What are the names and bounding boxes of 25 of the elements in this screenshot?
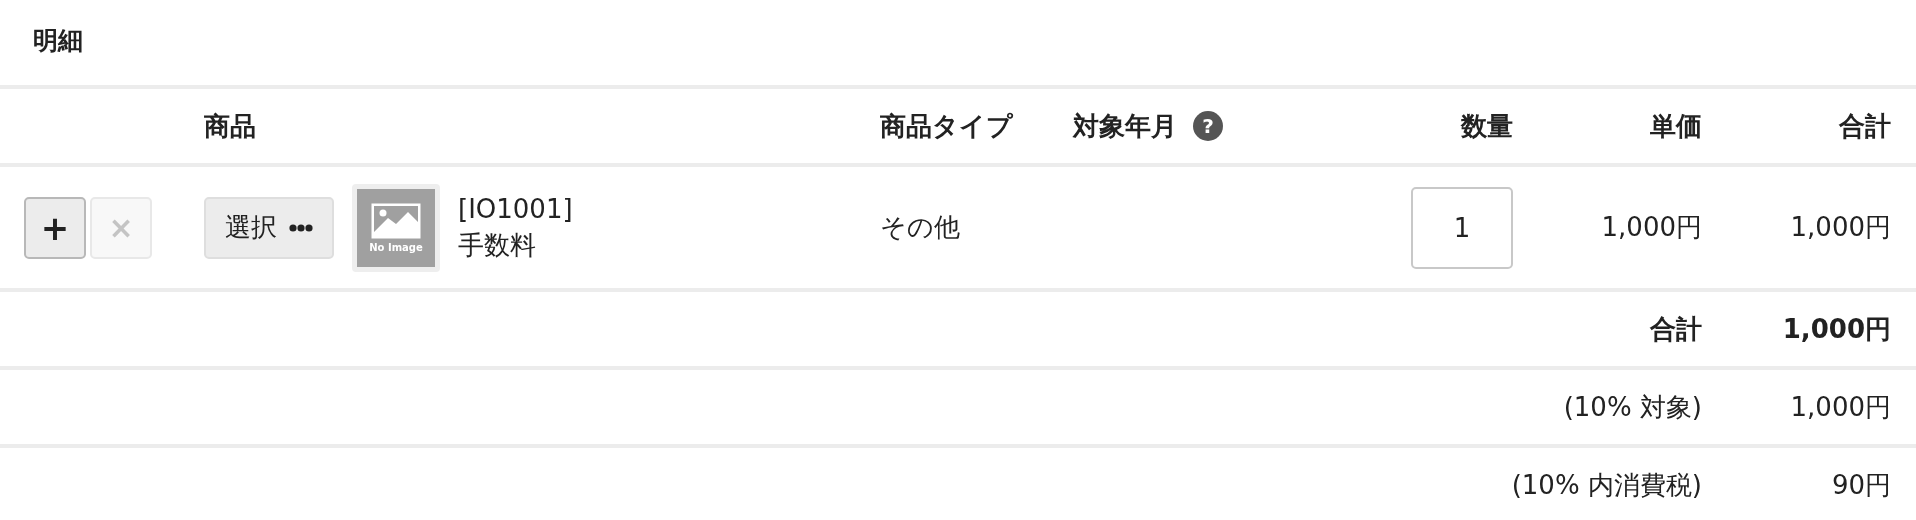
ellipsis-icon bbox=[289, 223, 313, 232]
no-image-label: No Image bbox=[369, 242, 423, 253]
summary-value: 1,000円 bbox=[1790, 390, 1891, 424]
summary-label: 合計 bbox=[1650, 312, 1702, 346]
summary-label: (10% 対象) bbox=[1563, 390, 1702, 424]
summary-value: 1,000円 bbox=[1782, 312, 1891, 346]
add-button[interactable]: + bbox=[24, 196, 86, 259]
product-name: 手数料 bbox=[458, 228, 537, 262]
product-type: その他 bbox=[880, 211, 960, 244]
quantity-field[interactable]: 1 bbox=[1411, 186, 1513, 269]
column-header: 単価 bbox=[1650, 109, 1702, 143]
section-title: 明細 bbox=[32, 25, 84, 57]
summary-value: 90円 bbox=[1831, 468, 1891, 502]
column-header: 商品タイプ bbox=[880, 109, 1013, 143]
column-header: 商品 bbox=[204, 109, 256, 143]
select-button[interactable]: 選択 bbox=[204, 196, 334, 259]
column-header: 合計 bbox=[1839, 109, 1891, 143]
unit-price: 1,000円 bbox=[1601, 211, 1702, 244]
line-total: 1,000円 bbox=[1790, 211, 1891, 244]
column-header: 対象年月 bbox=[1073, 109, 1177, 143]
summary-label: (10% 内消費税) bbox=[1511, 468, 1702, 502]
image-icon bbox=[370, 202, 422, 240]
column-header: 数量 bbox=[1461, 109, 1513, 143]
help-icon[interactable]: ? bbox=[1193, 111, 1223, 141]
product-code: [IO1001] bbox=[458, 192, 573, 226]
